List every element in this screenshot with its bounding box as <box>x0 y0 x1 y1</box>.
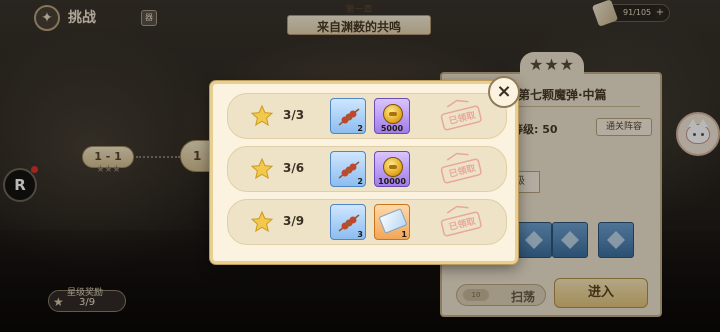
reward-row: 3/3 2 5000 已领取 <box>227 93 507 139</box>
reward-item[interactable]: 5000 <box>374 98 410 134</box>
star-reward-popup: 3/3 2 5000 已领取 3/6 2 10000 已领取 3/9 3 1 已领取 <box>210 81 518 264</box>
gold-coin-icon <box>383 104 403 124</box>
reward-item[interactable]: 2 <box>330 98 366 134</box>
reward-item[interactable]: 1 <box>374 204 410 240</box>
reward-row: 3/9 3 1 已领取 <box>227 199 507 245</box>
reward-quantity: 2 <box>357 124 363 133</box>
reward-quantity: 5000 <box>380 124 404 133</box>
reward-row: 3/6 2 10000 已领取 <box>227 146 507 192</box>
star-icon <box>250 104 274 127</box>
gold-coin-icon <box>383 157 403 177</box>
star-requirement: 3/3 <box>283 108 305 122</box>
star-icon <box>250 157 274 180</box>
star-requirement: 3/9 <box>283 214 305 228</box>
reward-quantity: 3 <box>357 230 363 239</box>
reward-item[interactable]: 2 <box>330 151 366 187</box>
reward-quantity: 10000 <box>378 177 406 186</box>
star-icon <box>250 210 274 233</box>
star-requirement: 3/6 <box>283 161 305 175</box>
reward-quantity: 2 <box>357 177 363 186</box>
close-icon: ⨯ <box>496 81 512 102</box>
reward-quantity: 1 <box>401 230 407 239</box>
close-button[interactable]: ⨯ <box>488 76 520 108</box>
reward-item[interactable]: 3 <box>330 204 366 240</box>
reward-item[interactable]: 10000 <box>374 151 410 187</box>
